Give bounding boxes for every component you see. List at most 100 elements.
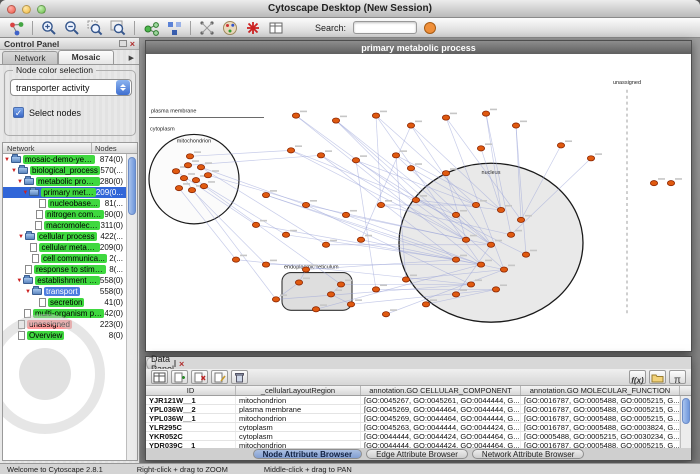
network-view-title[interactable]: primary metabolic process — [146, 41, 691, 54]
tab-network[interactable]: Network — [2, 51, 58, 64]
graph-node[interactable] — [497, 207, 504, 212]
graph-node[interactable] — [412, 197, 419, 202]
graph-node[interactable] — [302, 267, 309, 272]
tree-item-transport[interactable]: ▼transport558(0) — [3, 286, 126, 297]
table-cell[interactable]: [GO:0016787, GO:0005488, GO:0005215, G..… — [521, 396, 680, 404]
graph-node[interactable] — [204, 173, 211, 178]
graph-node[interactable] — [200, 184, 207, 189]
graph-node[interactable] — [392, 153, 399, 158]
zoom-in-icon[interactable] — [39, 19, 59, 37]
graph-node[interactable] — [482, 111, 489, 116]
graph-node[interactable] — [667, 181, 674, 186]
close-window-button[interactable] — [7, 5, 16, 14]
table-cell[interactable]: [GO:0044444, GO:0044424, GO:0044464, G..… — [361, 432, 521, 440]
table-column-annotation-go-cellular-component[interactable]: annotation.GO CELLULAR_COMPONENT — [361, 386, 521, 395]
tree-scrollbar[interactable] — [126, 154, 137, 460]
table-cell[interactable]: [GO:0045267, GO:0045261, GO:0044444, G..… — [361, 396, 521, 404]
table-row[interactable]: YLR295Ccytoplasm[GO:0045263, GO:0044444,… — [146, 423, 680, 432]
title-bar[interactable]: Cytoscape Desktop (New Session) — [0, 0, 700, 18]
float-panel-icon[interactable] — [174, 360, 176, 367]
tree-item-cellular-process[interactable]: ▼cellular process422(... — [3, 231, 126, 242]
expander-icon[interactable]: ▼ — [10, 168, 18, 174]
tree-item-cellular-metabo[interactable]: cellular metabo...209(0) — [3, 242, 126, 253]
tree-item-establishment-of-l[interactable]: ▼establishment of l...558(0) — [3, 275, 126, 286]
graph-node[interactable] — [352, 158, 359, 163]
graph-node[interactable] — [184, 163, 191, 168]
table-cell[interactable]: cytoplasm — [236, 423, 361, 431]
table-cell[interactable]: [GO:0016787, GO:0005488, GO:0003824, G..… — [521, 423, 680, 431]
graph-node[interactable] — [317, 153, 324, 158]
graph-edge[interactable] — [336, 121, 416, 200]
graph-node[interactable] — [252, 222, 259, 227]
graph-edge[interactable] — [204, 186, 341, 284]
table-column-id[interactable]: ID — [146, 386, 236, 395]
search-options-icon[interactable] — [420, 19, 440, 37]
graph-node[interactable] — [500, 267, 507, 272]
tree-item-macromolecule[interactable]: macromolecule...311(0) — [3, 220, 126, 231]
table-row[interactable]: YPL036W__1mitochondrion[GO:0045269, GO:0… — [146, 414, 680, 423]
tree-item-cell-communica[interactable]: cell communica...2(... — [3, 253, 126, 264]
minimize-window-button[interactable] — [22, 5, 31, 14]
graph-node[interactable] — [442, 171, 449, 176]
graph-node[interactable] — [188, 188, 195, 193]
vizmapper-icon[interactable] — [220, 19, 240, 37]
tree-item-mosaic-demo-yeast[interactable]: ▼mosaic-demo-yeast874(0) — [3, 154, 126, 165]
tab-network-attribute-browser[interactable]: Network Attribute Browser — [472, 449, 584, 459]
function-builder-icon[interactable]: f(x) — [629, 370, 646, 384]
tree-item-metabolic-process[interactable]: ▼metabolic process280(0) — [3, 176, 126, 187]
tab-edge-attribute-browser[interactable]: Edge Attribute Browser — [366, 449, 468, 459]
graph-node[interactable] — [347, 302, 354, 307]
graph-node[interactable] — [262, 192, 269, 197]
graph-node[interactable] — [172, 169, 179, 174]
float-panel-icon[interactable] — [119, 40, 127, 47]
tree-item-biological-process[interactable]: ▼biological_process570(... — [3, 165, 126, 176]
expander-icon[interactable]: ▼ — [21, 190, 29, 196]
expander-icon[interactable]: ▼ — [15, 278, 23, 284]
graph-node[interactable] — [295, 280, 302, 285]
graph-node[interactable] — [477, 262, 484, 267]
graph-node[interactable] — [442, 115, 449, 120]
table-cell[interactable]: YPL036W__2 — [146, 405, 236, 413]
table-cell[interactable]: YKR052C — [146, 432, 236, 440]
close-panel-icon[interactable]: × — [179, 360, 184, 368]
table-column-cellularlayoutregion[interactable]: _cellularLayoutRegion — [236, 386, 361, 395]
table-cell[interactable]: [GO:0045269, GO:0044464, GO:0044444, G..… — [361, 414, 521, 422]
graph-node[interactable] — [507, 232, 514, 237]
table-cell[interactable]: YJR121W__1 — [146, 396, 236, 404]
table-cell[interactable]: YPL036W__1 — [146, 414, 236, 422]
tree-item-primary-metab[interactable]: ▼primary metab...209(0... — [3, 187, 126, 198]
graph-node[interactable] — [402, 277, 409, 282]
graph-node[interactable] — [407, 166, 414, 171]
table-column-annotation-go-molecular-function[interactable]: annotation.GO MOLECULAR_FUNCTION — [521, 386, 680, 395]
graph-node[interactable] — [292, 113, 299, 118]
table-cell[interactable]: cytoplasm — [236, 432, 361, 440]
graph-node[interactable] — [197, 165, 204, 170]
graph-node[interactable] — [587, 156, 594, 161]
tree-item-multi-organism-pro[interactable]: multi-organism pro...42(0) — [3, 308, 126, 319]
expander-icon[interactable]: ▼ — [3, 157, 11, 163]
new-network-from-selection-icon[interactable] — [164, 19, 184, 37]
graph-node[interactable] — [332, 118, 339, 123]
tree-item-nitrogen-compo[interactable]: nitrogen compo...90(0) — [3, 209, 126, 220]
table-cell[interactable]: plasma membrane — [236, 405, 361, 413]
graph-node[interactable] — [650, 181, 657, 186]
graph-node[interactable] — [372, 287, 379, 292]
tab-overflow-icon[interactable]: ▶ — [126, 54, 137, 64]
table-cell[interactable]: [GO:0016787, GO:0005488, GO:0005215, G..… — [521, 414, 680, 422]
table-row[interactable]: YJR121W__1mitochondrion[GO:0045267, GO:0… — [146, 396, 680, 405]
graph-node[interactable] — [337, 282, 344, 287]
graph-node[interactable] — [407, 123, 414, 128]
graph-node[interactable] — [312, 307, 319, 312]
graph-node[interactable] — [327, 292, 334, 297]
tree-item-overview[interactable]: Overview8(0) — [3, 330, 126, 341]
network-overview-icon[interactable] — [6, 19, 26, 37]
table-cell[interactable]: [GO:0016787, GO:0005488, GO:0005215, G..… — [521, 405, 680, 413]
compartment-endoplasmic-reticulum[interactable] — [282, 273, 352, 311]
graph-node[interactable] — [192, 178, 199, 183]
graph-node[interactable] — [422, 302, 429, 307]
select-nodes-checkbox[interactable]: ✓ — [13, 107, 24, 118]
tab-mosaic[interactable]: Mosaic — [58, 50, 114, 64]
graph-node[interactable] — [287, 148, 294, 153]
first-neighbors-icon[interactable] — [141, 19, 161, 37]
graph-node[interactable] — [186, 154, 193, 159]
